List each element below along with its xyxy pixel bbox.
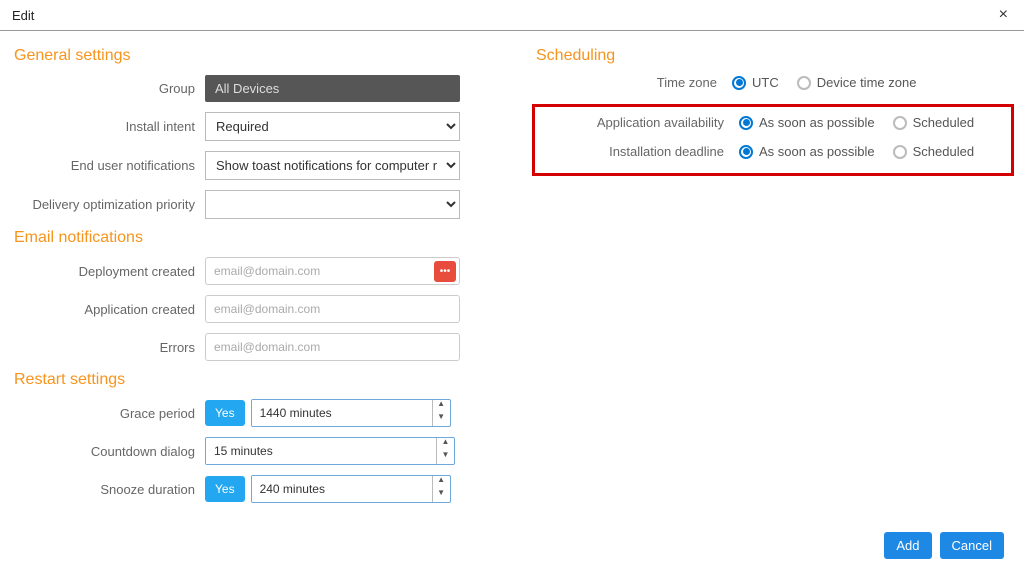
row-errors: Errors [10,333,492,361]
section-general-settings: General settings [14,47,492,65]
label-group: Group [10,81,205,96]
label-time-zone: Time zone [532,75,732,90]
row-end-user-notifications: End user notifications Show toast notifi… [10,151,492,180]
radio-icon [893,145,907,159]
stepper-icon[interactable]: ▲▼ [432,400,450,426]
row-time-zone: Time zone UTC Device time zone [532,75,1014,90]
radio-utc-label: UTC [752,75,779,90]
delivery-priority-select[interactable] [205,190,460,219]
snooze-duration-input[interactable] [252,476,432,502]
stepper-icon[interactable]: ▲▼ [432,476,450,502]
more-icon[interactable]: ••• [434,261,456,282]
dialog-footer: Add Cancel [884,532,1004,559]
snooze-duration-stepper[interactable]: ▲▼ [251,475,451,503]
label-delivery-priority: Delivery optimization priority [10,197,205,212]
cancel-button[interactable]: Cancel [940,532,1004,559]
right-column: Scheduling Time zone UTC Device time zon… [532,41,1014,513]
countdown-dialog-input[interactable] [206,438,436,464]
dialog-header: Edit × [0,0,1024,31]
row-snooze-duration: Snooze duration Yes ▲▼ [10,475,492,503]
grace-period-input[interactable] [252,400,432,426]
radio-scheduled-label: Scheduled [913,144,974,159]
group-value-display: All Devices [205,75,460,102]
row-installation-deadline: Installation deadline As soon as possibl… [539,144,1007,159]
section-scheduling: Scheduling [536,47,1014,65]
row-group: Group All Devices [10,75,492,102]
row-application-availability: Application availability As soon as poss… [539,115,1007,130]
grace-period-yes-button[interactable]: Yes [205,400,245,426]
row-countdown-dialog: Countdown dialog ▲▼ [10,437,492,465]
close-icon[interactable]: × [995,6,1012,24]
end-user-notifications-select[interactable]: Show toast notifications for computer re… [205,151,460,180]
radio-icon [739,116,753,130]
label-errors: Errors [10,340,205,355]
radio-asap-label: As soon as possible [759,115,875,130]
snooze-yes-button[interactable]: Yes [205,476,245,502]
row-delivery-priority: Delivery optimization priority [10,190,492,219]
label-snooze-duration: Snooze duration [10,482,205,497]
radio-icon [732,76,746,90]
radio-device-time-zone[interactable]: Device time zone [797,75,917,90]
radio-icon [893,116,907,130]
section-email-notifications: Email notifications [14,229,492,247]
countdown-dialog-stepper[interactable]: ▲▼ [205,437,455,465]
label-application-created: Application created [10,302,205,317]
label-application-availability: Application availability [539,115,739,130]
label-grace-period: Grace period [10,406,205,421]
label-countdown-dialog: Countdown dialog [10,444,205,459]
section-restart-settings: Restart settings [14,371,492,389]
radio-utc[interactable]: UTC [732,75,779,90]
install-intent-select[interactable]: Required [205,112,460,141]
radio-install-deadline-asap[interactable]: As soon as possible [739,144,875,159]
errors-input[interactable] [205,333,460,361]
radio-icon [797,76,811,90]
label-install-intent: Install intent [10,119,205,134]
grace-period-stepper[interactable]: ▲▼ [251,399,451,427]
row-install-intent: Install intent Required [10,112,492,141]
label-end-user-notifications: End user notifications [10,158,205,173]
radio-install-deadline-scheduled[interactable]: Scheduled [893,144,974,159]
radio-device-label: Device time zone [817,75,917,90]
stepper-icon[interactable]: ▲▼ [436,438,454,464]
application-created-input[interactable] [205,295,460,323]
dialog-title: Edit [12,8,34,23]
radio-app-avail-asap[interactable]: As soon as possible [739,115,875,130]
row-application-created: Application created [10,295,492,323]
radio-app-avail-scheduled[interactable]: Scheduled [893,115,974,130]
label-installation-deadline: Installation deadline [539,144,739,159]
radio-asap-label: As soon as possible [759,144,875,159]
row-deployment-created: Deployment created ••• [10,257,492,285]
radio-scheduled-label: Scheduled [913,115,974,130]
radio-icon [739,145,753,159]
add-button[interactable]: Add [884,532,931,559]
row-grace-period: Grace period Yes ▲▼ [10,399,492,427]
highlight-box: Application availability As soon as poss… [532,104,1014,176]
deployment-created-input[interactable] [205,257,460,285]
left-column: General settings Group All Devices Insta… [10,41,492,513]
dialog-content: General settings Group All Devices Insta… [0,31,1024,513]
label-deployment-created: Deployment created [10,264,205,279]
